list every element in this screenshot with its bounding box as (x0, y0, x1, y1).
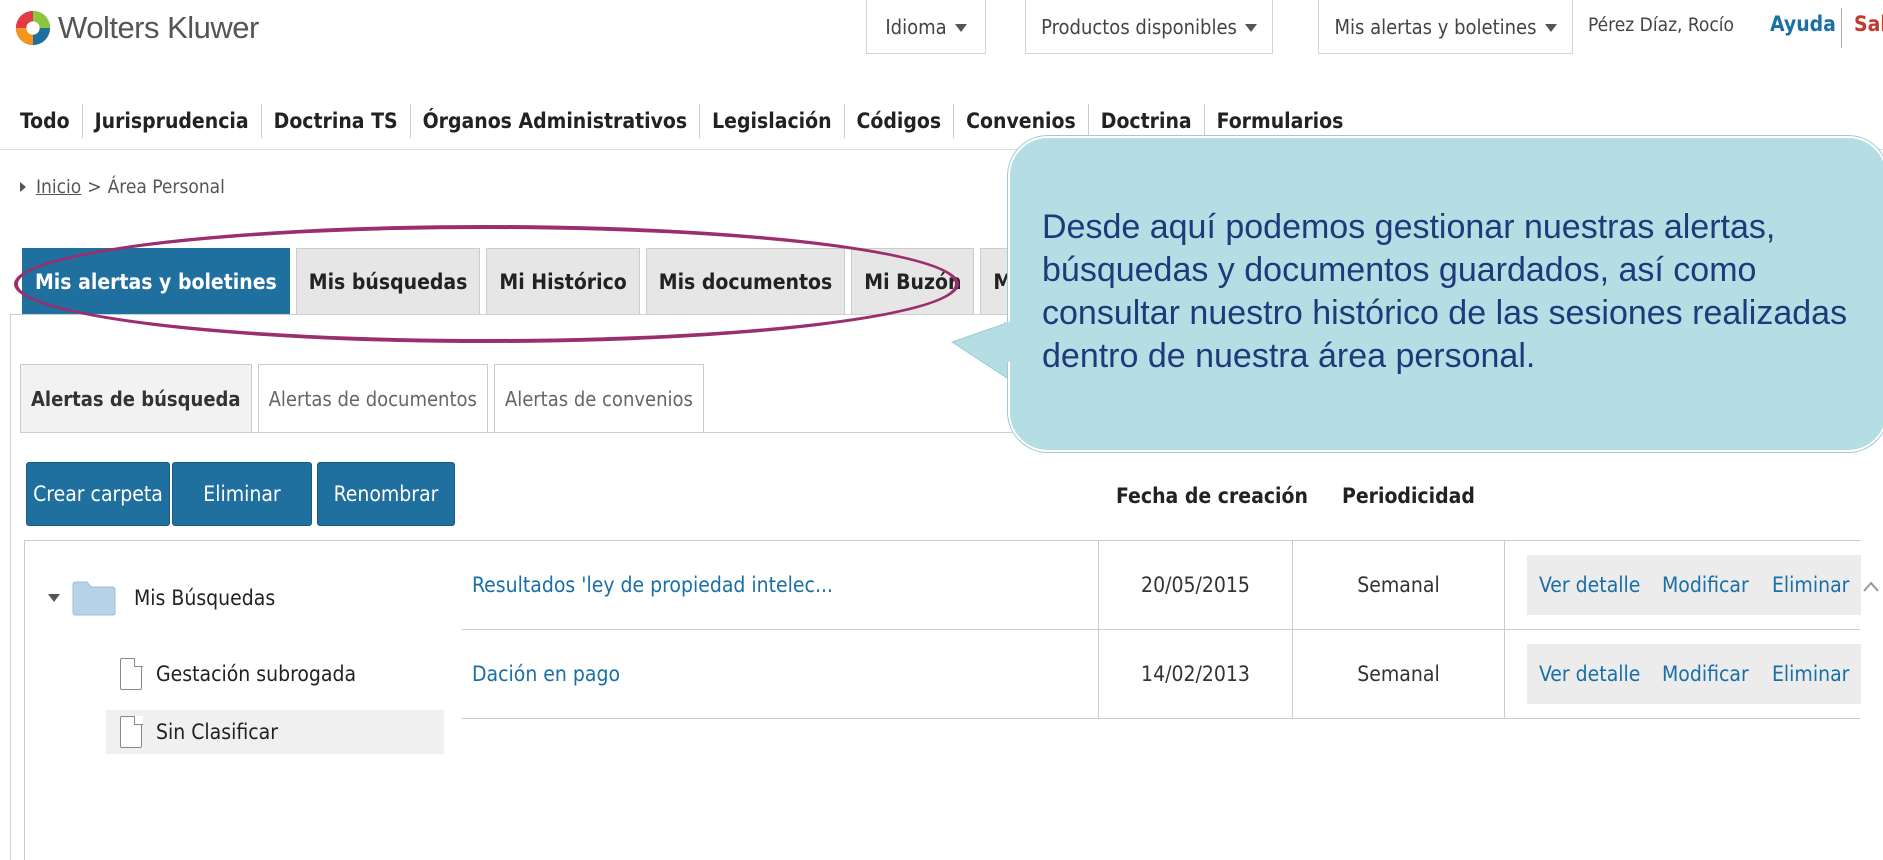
user-name[interactable]: Pérez Díaz, Rocío (1588, 14, 1734, 36)
delete-button[interactable]: Eliminar (172, 462, 312, 526)
breadcrumb-current: Área Personal (107, 176, 225, 198)
modify-button[interactable]: Modificar (1650, 644, 1761, 704)
actions-cell: Ver detalle Modificar Eliminar (1504, 630, 1862, 718)
breadcrumb: Inicio > Área Personal (20, 176, 225, 198)
nav-doctrina[interactable]: Doctrina (1089, 103, 1205, 138)
breadcrumb-separator: > (87, 176, 102, 198)
alerts-dropdown-label: Mis alertas y boletines (1334, 14, 1537, 39)
tab-mi-historico[interactable]: Mi Histórico (486, 248, 640, 314)
callout-text: Desde aquí podemos gestionar nuestras al… (1042, 208, 1848, 375)
alerts-dropdown[interactable]: Mis alertas y boletines (1318, 0, 1573, 54)
tab-alertas-de-convenios[interactable]: Alertas de convenios (493, 364, 704, 432)
personal-area-tabs: Mis alertas y boletines Mis búsquedas Mi… (22, 248, 1110, 314)
delete-alert-button[interactable]: Eliminar (1760, 644, 1862, 704)
help-link[interactable]: Ayuda (1770, 12, 1836, 36)
nav-jurisprudencia[interactable]: Jurisprudencia (83, 103, 262, 138)
tree-item-label: Gestación subrogada (156, 662, 357, 686)
tree-root-label: Mis Búsquedas (134, 586, 276, 610)
create-folder-button[interactable]: Crear carpeta (26, 462, 170, 526)
alert-title-cell: Resultados 'ley de propiedad intelec... (462, 541, 1098, 629)
column-header-date[interactable]: Fecha de creación (1116, 484, 1308, 508)
language-dropdown[interactable]: Idioma (866, 0, 986, 54)
column-header-period[interactable]: Periodicidad (1342, 484, 1475, 508)
nav-todo[interactable]: Todo (20, 103, 83, 138)
tree-root-mis-busquedas[interactable]: Mis Búsquedas (48, 580, 275, 616)
period-cell: Semanal (1292, 541, 1504, 629)
language-dropdown-label: Idioma (885, 14, 947, 39)
period-cell: Semanal (1292, 630, 1504, 718)
products-dropdown[interactable]: Productos disponibles (1025, 0, 1273, 54)
nav-doctrina-ts[interactable]: Doctrina TS (262, 103, 411, 138)
exit-link[interactable]: Sal (1854, 12, 1883, 36)
tree-item-sin-clasificar[interactable]: Sin Clasificar (106, 710, 444, 754)
alert-title-link[interactable]: Dación en pago (462, 662, 620, 686)
nav-organos-administrativos[interactable]: Órganos Administrativos (411, 103, 701, 138)
alert-title-link[interactable]: Resultados 'ley de propiedad intelec... (462, 573, 833, 597)
table-row: Dación en pago 14/02/2013 Semanal Ver de… (462, 629, 1862, 719)
view-detail-button[interactable]: Ver detalle (1527, 644, 1653, 704)
alert-title-cell: Dación en pago (462, 630, 1098, 718)
view-detail-button[interactable]: Ver detalle (1527, 555, 1653, 615)
tab-alertas-de-busqueda[interactable]: Alertas de búsqueda (20, 364, 252, 432)
actions-cell: Ver detalle Modificar Eliminar (1504, 541, 1862, 629)
panel-border-left (10, 314, 11, 860)
delete-alert-button[interactable]: Eliminar (1760, 555, 1862, 615)
tree-item-label: Sin Clasificar (156, 720, 278, 744)
rename-button[interactable]: Renombrar (317, 462, 455, 526)
document-icon (120, 715, 143, 748)
table-row: Resultados 'ley de propiedad intelec... … (462, 540, 1862, 630)
chevron-down-icon[interactable] (48, 594, 60, 602)
document-icon (120, 657, 143, 690)
chevron-right-icon (20, 182, 26, 192)
logo-text: Wolters Kluwer (58, 10, 259, 45)
alert-type-tabs: Alertas de búsqueda Alertas de documento… (20, 364, 704, 432)
tab-mis-busquedas[interactable]: Mis búsquedas (295, 248, 481, 314)
nav-convenios[interactable]: Convenios (954, 103, 1089, 138)
globe-logo-icon (15, 10, 51, 46)
chevron-down-icon (954, 23, 967, 32)
breadcrumb-home-link[interactable]: Inicio (36, 176, 81, 198)
chevron-down-icon (1244, 23, 1257, 32)
products-dropdown-label: Productos disponibles (1041, 14, 1237, 39)
modify-button[interactable]: Modificar (1650, 555, 1761, 615)
nav-legislacion[interactable]: Legislación (700, 103, 845, 138)
folder-icon (72, 581, 116, 616)
date-cell: 14/02/2013 (1098, 630, 1292, 718)
tab-mis-alertas-y-boletines[interactable]: Mis alertas y boletines (22, 248, 290, 314)
wolters-kluwer-logo[interactable]: Wolters Kluwer (14, 8, 259, 48)
tree-item-gestacion-subrogada[interactable]: Gestación subrogada (120, 652, 356, 696)
divider (1841, 8, 1842, 48)
chevron-down-icon (1544, 23, 1557, 32)
callout-tail-cover (1004, 322, 1020, 362)
scroll-up-icon[interactable] (1861, 577, 1881, 597)
nav-codigos[interactable]: Códigos (845, 103, 955, 138)
tab-mis-documentos[interactable]: Mis documentos (645, 248, 846, 314)
tab-alertas-de-documentos[interactable]: Alertas de documentos (257, 364, 488, 432)
tab-mi-buzon[interactable]: Mi Buzón (851, 248, 975, 314)
nav-formularios[interactable]: Formularios (1205, 104, 1356, 138)
date-cell: 20/05/2015 (1098, 541, 1292, 629)
